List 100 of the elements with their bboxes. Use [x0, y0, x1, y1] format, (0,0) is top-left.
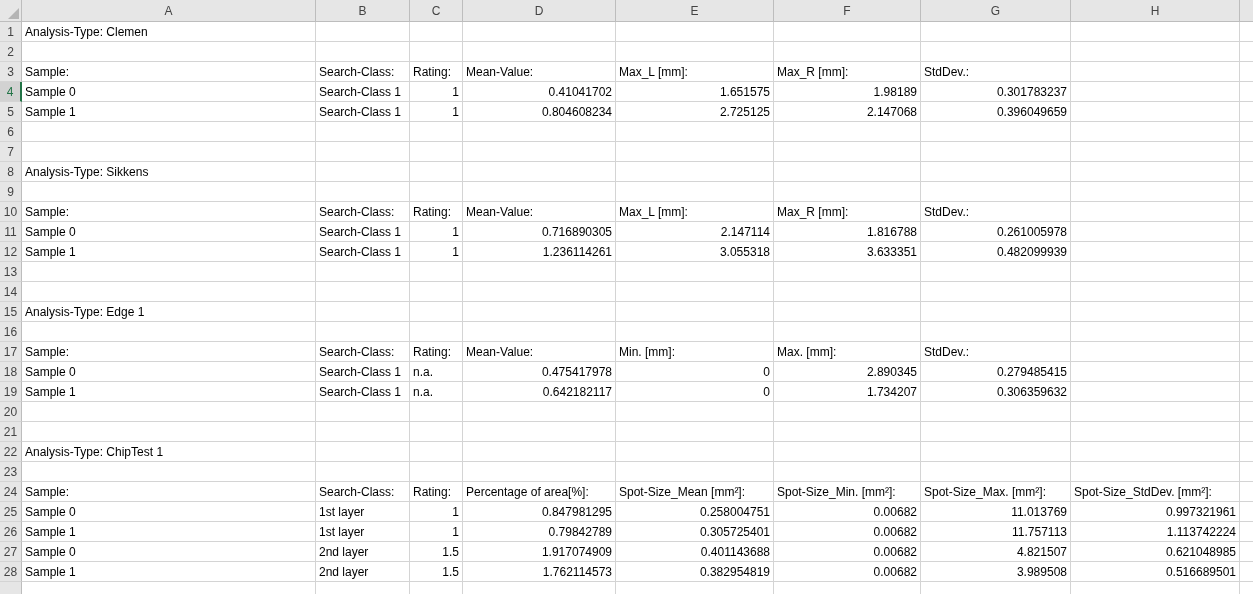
row-header[interactable]: 3	[0, 62, 22, 82]
row-header[interactable]: 21	[0, 422, 22, 442]
table-cell: 1.762114573	[542, 565, 612, 578]
table-cell: Sample 0	[25, 505, 76, 518]
table-cell: StdDev.:	[924, 345, 970, 358]
table-cell: 0.00682	[873, 525, 917, 538]
table-cell: 1.917074909	[541, 545, 612, 558]
row-header[interactable]: 27	[0, 542, 22, 562]
table-cell: 0.516689501	[1165, 565, 1236, 578]
row-header[interactable]: 9	[0, 182, 22, 202]
table-cell: Max_R [mm]:	[777, 65, 849, 78]
table-cell: Search-Class 1	[319, 105, 402, 118]
table-cell: 0	[763, 385, 770, 398]
table-cell: 0.258004751	[699, 505, 770, 518]
empty-cell	[410, 282, 463, 302]
row-header[interactable]: 19	[0, 382, 22, 402]
row-header[interactable]: 8	[0, 162, 22, 182]
table-cell: n.a.	[413, 385, 433, 398]
column-header[interactable]: F	[774, 0, 921, 22]
table-cell: Mean-Value:	[466, 345, 534, 358]
table-cell: Spot-Size_Mean [mm²]:	[619, 485, 746, 498]
row-header[interactable]: 15	[0, 302, 22, 322]
table-cell: 0	[763, 365, 770, 378]
table-cell: 1.734207	[866, 385, 917, 398]
table-cell: 2.890345	[866, 365, 917, 378]
row-header[interactable]: 12	[0, 242, 22, 262]
row-header[interactable]: 14	[0, 282, 22, 302]
table-cell: 1	[452, 225, 459, 238]
table-cell: Spot-Size_Min. [mm²]:	[777, 485, 896, 498]
table-cell: Sample:	[25, 65, 70, 78]
table-cell: 0.382954819	[699, 565, 770, 578]
row-header[interactable]: 13	[0, 262, 22, 282]
table-cell: 1.236114261	[542, 245, 612, 258]
table-cell: 2.147114	[720, 225, 770, 238]
table-cell: Spot-Size_Max. [mm²]:	[924, 485, 1047, 498]
empty-cell	[410, 22, 463, 42]
table-cell: Search-Class 1	[319, 385, 402, 398]
table-cell: 1.5	[442, 565, 459, 578]
table-cell: Search-Class 1	[319, 85, 402, 98]
empty-cell	[410, 162, 463, 182]
row-header[interactable]: 7	[0, 142, 22, 162]
row-header[interactable]: 2	[0, 42, 22, 62]
table-cell: Rating:	[413, 65, 452, 78]
column-header[interactable]: G	[921, 0, 1071, 22]
table-cell: Search-Class:	[319, 205, 395, 218]
table-cell: 2.725125	[719, 105, 770, 118]
table-cell: 4.821507	[1016, 545, 1067, 558]
table-cell: Sample 1	[25, 105, 76, 118]
empty-cell	[410, 442, 463, 462]
column-header[interactable]: E	[616, 0, 774, 22]
row-header[interactable]: 24	[0, 482, 22, 502]
table-cell: 2nd layer	[319, 565, 369, 578]
column-header[interactable]: C	[410, 0, 463, 22]
table-cell: 0.401143688	[700, 545, 770, 558]
column-header[interactable]: H	[1071, 0, 1240, 22]
table-cell: 1	[452, 245, 459, 258]
row-header[interactable]: 16	[0, 322, 22, 342]
empty-cell	[410, 142, 463, 162]
row-header[interactable]: 10	[0, 202, 22, 222]
table-cell: 0.301783237	[996, 85, 1067, 98]
table-cell: 0.00682	[873, 505, 917, 518]
table-cell: 0.804608234	[541, 105, 612, 118]
table-cell: Analysis-Type: Sikkens	[25, 165, 149, 178]
row-header[interactable]: 4	[0, 82, 22, 102]
column-header[interactable]: A	[22, 0, 316, 22]
table-cell: 0.41041702	[548, 85, 612, 98]
row-header[interactable]: 5	[0, 102, 22, 122]
table-cell: 0.642182117	[542, 385, 612, 398]
table-cell: 1.651575	[719, 85, 770, 98]
table-cell: 1	[452, 85, 459, 98]
table-cell: 1	[452, 525, 459, 538]
table-cell: Sample:	[25, 485, 70, 498]
table-cell: 0.621048985	[1165, 545, 1236, 558]
table-cell: Search-Class:	[319, 485, 395, 498]
empty-cell	[410, 302, 463, 322]
row-header[interactable]: 25	[0, 502, 22, 522]
row-header[interactable]: 23	[0, 462, 22, 482]
table-cell: Percentage of area[%]:	[466, 485, 589, 498]
table-cell: 3.633351	[866, 245, 917, 258]
table-cell: 0.482099939	[996, 245, 1067, 258]
table-cell: Search-Class 1	[319, 365, 402, 378]
column-header[interactable]: D	[463, 0, 616, 22]
table-cell: 2.147068	[866, 105, 917, 118]
row-header[interactable]: 20	[0, 402, 22, 422]
table-cell: Rating:	[413, 345, 452, 358]
table-cell: Analysis-Type: Clemen	[25, 25, 148, 38]
row-header[interactable]: 6	[0, 122, 22, 142]
row-header[interactable]: 28	[0, 562, 22, 582]
row-header[interactable]: 11	[0, 222, 22, 242]
table-cell: 1	[452, 505, 459, 518]
table-cell: Search-Class 1	[319, 225, 402, 238]
row-header[interactable]: 17	[0, 342, 22, 362]
row-header[interactable]: 1	[0, 22, 22, 42]
table-cell: Search-Class 1	[319, 245, 402, 258]
table-cell: Sample 1	[25, 525, 76, 538]
column-header[interactable]: B	[316, 0, 410, 22]
row-header[interactable]: 18	[0, 362, 22, 382]
table-cell: 0.79842789	[548, 525, 612, 538]
row-header[interactable]: 22	[0, 442, 22, 462]
row-header[interactable]: 26	[0, 522, 22, 542]
